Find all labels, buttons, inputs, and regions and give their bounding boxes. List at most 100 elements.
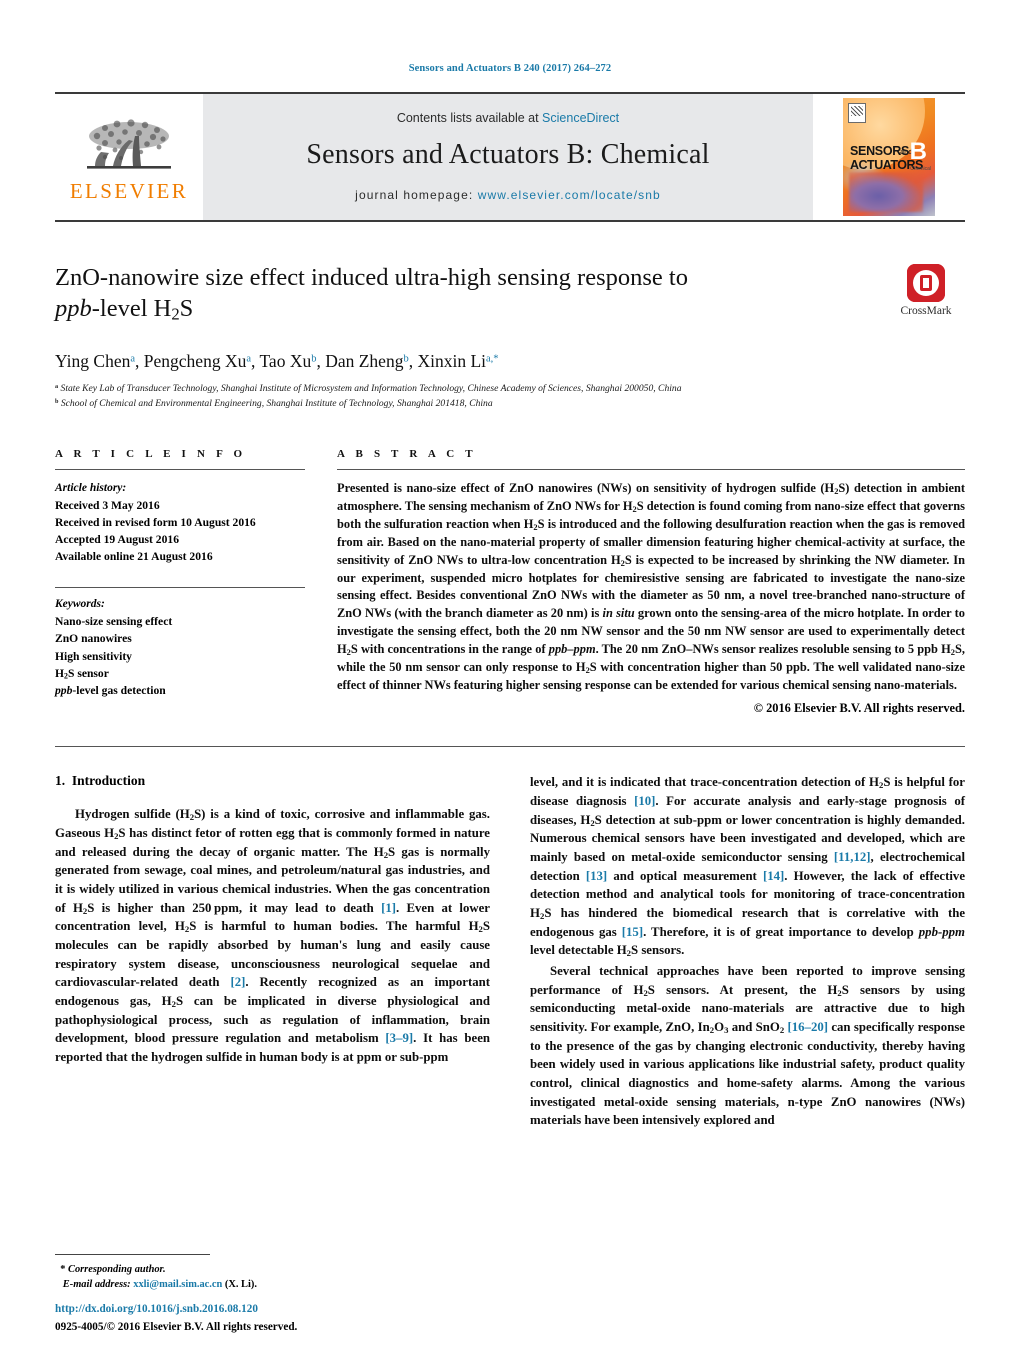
author-item: Dan Zhengb (325, 351, 409, 371)
page-title: ZnO-nanowire size effect induced ultra-h… (55, 262, 845, 325)
cover-elsevier-mini-icon (848, 103, 866, 123)
email-label: E-mail address: (62, 1279, 131, 1291)
keyword-item: H2S sensor (55, 666, 109, 681)
affiliation-marker: a (55, 383, 59, 391)
journal-homepage-line: journal homepage: www.elsevier.com/locat… (355, 188, 661, 202)
abstract-text: Presented is nano-size effect of ZnO nan… (337, 480, 965, 696)
citation-link[interactable]: [10] (634, 794, 655, 808)
article-info-column: A R T I C L E I N F O Article history: R… (55, 448, 305, 717)
keyword-item: High sensitivity (55, 649, 132, 663)
abstract-column: A B S T R A C T Presented is nano-size e… (337, 448, 965, 717)
crossmark-icon (907, 264, 945, 302)
footnote-divider (55, 1253, 210, 1255)
section-number: 1. (55, 773, 66, 789)
divider (55, 587, 305, 589)
journal-masthead: ELSEVIER Contents lists available at Sci… (55, 92, 965, 222)
abstract-heading: A B S T R A C T (337, 447, 477, 460)
abstract-copyright: © 2016 Elsevier B.V. All rights reserved… (753, 701, 965, 716)
history-item: Received in revised form 10 August 2016 (55, 515, 256, 529)
citation-link[interactable]: [16–20] (788, 1020, 829, 1034)
affiliation-item: a State Key Lab of Transducer Technology… (55, 382, 965, 397)
title-tail: S (179, 295, 194, 323)
email-link[interactable]: xxli@mail.sim.ac.cn (133, 1279, 222, 1290)
doi-link[interactable]: http://dx.doi.org/10.1016/j.snb.2016.08.… (55, 1303, 575, 1315)
contents-list-line: Contents lists available at ScienceDirec… (397, 111, 619, 125)
abstract-italic: in situ (602, 606, 635, 621)
doi-block: http://dx.doi.org/10.1016/j.snb.2016.08.… (55, 1303, 575, 1335)
homepage-label: journal homepage: (355, 187, 474, 202)
article-info-heading: A R T I C L E I N F O (55, 447, 247, 460)
divider (55, 746, 965, 748)
corresponding-marker: * (60, 1263, 66, 1275)
email-line: E-mail address: xxli@mail.sim.ac.cn (X. … (55, 1277, 490, 1293)
author-affil-marker[interactable]: a,* (486, 354, 499, 365)
affiliation-text: School of Chemical and Environmental Eng… (60, 398, 493, 410)
info-abstract-row: A R T I C L E I N F O Article history: R… (55, 448, 965, 717)
divider (337, 468, 965, 470)
abstract-frag: Presented is nano-size effect of ZnO nan… (337, 480, 835, 495)
running-head: Sensors and Actuators B 240 (2017) 264–2… (408, 63, 612, 74)
author-affil-marker[interactable]: b (311, 354, 316, 365)
affiliation-marker: b (55, 397, 59, 405)
title-block: CrossMark ZnO-nanowire size effect induc… (55, 262, 965, 412)
history-item: Available online 21 August 2016 (55, 550, 213, 564)
sciencedirect-link[interactable]: ScienceDirect (542, 111, 619, 125)
divider (55, 468, 305, 470)
citation-link[interactable]: [11,12] (834, 850, 871, 864)
keyword-item: ZnO nanowires (55, 632, 132, 646)
keyword-item: Nano-size sensing effect (55, 615, 173, 629)
abstract-italic: ppb–ppm (548, 642, 596, 657)
keyword-item: ppb-level gas detection (55, 684, 166, 698)
title-line-1: ZnO-nanowire size effect induced ultra-h… (55, 264, 688, 291)
author-item: Ying Chena (55, 351, 135, 371)
citation-link[interactable]: [1] (381, 901, 396, 915)
author-affil-marker[interactable]: a (130, 354, 135, 365)
author-affil-marker[interactable]: b (403, 354, 408, 365)
affiliation-text: State Key Lab of Transducer Technology, … (60, 383, 682, 395)
author-name: Tao Xu (259, 351, 312, 372)
masthead-right: SENSORS and ACTUATORS B Chemical (813, 94, 965, 220)
crossmark-badge[interactable]: CrossMark (887, 264, 965, 317)
keywords-label: Keywords: (55, 598, 105, 611)
citation-link[interactable]: [2] (230, 975, 245, 989)
keywords-block: Keywords: Nano-size sensing effect ZnO n… (55, 587, 305, 699)
affiliation-item: b School of Chemical and Environmental E… (55, 397, 965, 412)
contents-prefix: Contents lists available at (396, 110, 543, 125)
abstract-frag: S with concentrations in the range of (350, 642, 549, 657)
journal-title: Sensors and Actuators B: Chemical (306, 138, 710, 170)
section-name: Introduction (71, 773, 146, 789)
citation-link[interactable]: [14] (763, 869, 784, 883)
author-affil-marker[interactable]: a (246, 354, 251, 365)
section-title-introduction: 1. Introduction (55, 773, 490, 789)
masthead-center: Contents lists available at ScienceDirec… (203, 94, 813, 220)
affiliation-list: a State Key Lab of Transducer Technology… (55, 382, 965, 411)
elsevier-logo: ELSEVIER (69, 112, 189, 202)
journal-cover-image: SENSORS and ACTUATORS B Chemical (843, 98, 935, 216)
elsevier-tree-icon (87, 119, 171, 169)
issn-copyright-line: 0925-4005/© 2016 Elsevier B.V. All right… (55, 1321, 298, 1333)
abstract-frag: . The 20 nm ZnO–NWs sensor realizes reso… (595, 642, 951, 657)
paper-page: Sensors and Actuators B 240 (2017) 264–2… (0, 0, 1020, 1351)
citation-link[interactable]: [15] (622, 925, 643, 939)
citation-link[interactable]: [3–9] (385, 1031, 413, 1045)
author-list: Ying Chena, Pengcheng Xua, Tao Xub, Dan … (55, 351, 499, 372)
footnote-block: * Corresponding author. E-mail address: … (55, 1253, 490, 1293)
title-line-2-rest: -level H (91, 295, 172, 323)
author-item: Tao Xub (259, 351, 316, 371)
corresponding-author-label: Corresponding author. (68, 1263, 166, 1275)
body-columns: 1. Introduction Hydrogen sulfide (H2S) i… (55, 773, 965, 1130)
title-italic-ppb: ppb (55, 295, 92, 323)
crossmark-label: CrossMark (900, 305, 952, 317)
cover-series-letter: B (909, 138, 927, 165)
citation-link[interactable]: [13] (586, 869, 607, 883)
homepage-url-link[interactable]: www.elsevier.com/locate/snb (478, 188, 661, 202)
intro-paragraph-right-1: level, and it is indicated that trace-co… (530, 775, 966, 959)
intro-paragraph-right-2: Several technical approaches have been r… (530, 964, 966, 1128)
history-item: Accepted 19 August 2016 (55, 532, 179, 546)
cover-sublabel: Chemical (910, 166, 931, 172)
article-history-block: Article history: Received 3 May 2016 Rec… (55, 480, 305, 566)
author-item: Pengcheng Xua (144, 351, 251, 371)
body-column-left: 1. Introduction Hydrogen sulfide (H2S) i… (55, 773, 490, 1130)
cover-blotch-purple (849, 172, 923, 212)
corresponding-author-line: * Corresponding author. (55, 1262, 490, 1278)
